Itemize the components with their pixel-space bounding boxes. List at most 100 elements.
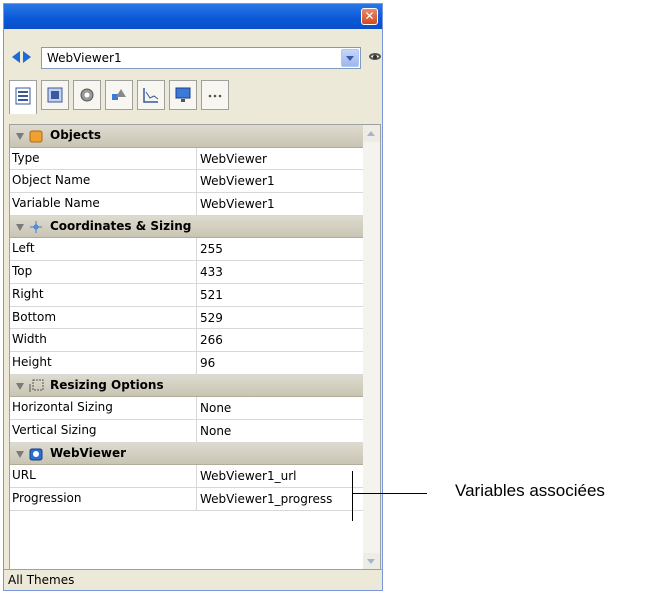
title-bar[interactable]: ✕ <box>4 4 382 29</box>
resizing-icon <box>28 379 44 393</box>
property-value[interactable]: 433 <box>200 265 223 279</box>
tab-display[interactable] <box>41 80 69 110</box>
scroll-down-icon[interactable] <box>363 553 380 570</box>
column-divider <box>196 147 197 170</box>
property-name: Object Name <box>12 173 91 188</box>
property-row[interactable]: URL WebViewer1_url <box>10 465 380 488</box>
tab-list-properties[interactable] <box>9 80 37 114</box>
section-header[interactable]: WebViewer <box>10 442 380 466</box>
close-button[interactable]: ✕ <box>361 8 378 25</box>
annotation-leader-line <box>352 493 427 494</box>
prev-next-arrows-icon[interactable] <box>11 49 35 65</box>
property-row[interactable]: Bottom 529 <box>10 306 380 330</box>
tab-more[interactable] <box>201 80 229 110</box>
next-arrow-icon[interactable] <box>23 51 31 63</box>
theme-label[interactable]: All Themes <box>8 573 74 587</box>
property-value[interactable]: WebViewer <box>200 152 267 166</box>
property-value[interactable]: 255 <box>200 242 223 256</box>
vertical-scrollbar[interactable] <box>363 125 380 570</box>
property-name: Progression <box>12 491 82 505</box>
property-row[interactable]: Right 521 <box>10 283 380 307</box>
property-row[interactable]: Variable Name WebViewer1 <box>10 193 380 216</box>
property-name: Right <box>12 286 44 301</box>
section-header[interactable]: Coordinates & Sizing <box>10 215 380 239</box>
property-name: Bottom <box>12 309 57 324</box>
collapse-triangle-icon[interactable] <box>16 223 24 231</box>
property-value[interactable]: 266 <box>200 333 223 347</box>
column-divider <box>196 351 197 374</box>
property-name: Left <box>12 241 35 256</box>
property-name: URL <box>12 468 36 483</box>
display-icon <box>47 87 63 103</box>
tab-monitor[interactable] <box>169 80 197 110</box>
property-value[interactable]: 521 <box>200 288 223 302</box>
property-value[interactable]: WebViewer1_url <box>200 469 296 483</box>
column-divider <box>196 238 197 261</box>
monitor-icon <box>175 87 191 102</box>
section-title: Coordinates & Sizing <box>50 218 192 233</box>
gear-icon <box>80 88 94 102</box>
property-value[interactable]: WebViewer1_progress <box>200 492 332 506</box>
column-divider <box>196 488 197 510</box>
object-select[interactable]: WebViewer1 <box>41 47 361 69</box>
collapse-triangle-icon[interactable] <box>16 133 24 140</box>
property-row[interactable]: Height 96 <box>10 351 380 375</box>
property-row[interactable]: Left 255 <box>10 238 380 262</box>
property-name: Horizontal Sizing <box>12 400 113 415</box>
tab-settings[interactable] <box>73 80 101 110</box>
column-divider <box>196 329 197 351</box>
property-grid: Objects Type WebViewer Object Name WebViewer… <box>9 124 381 571</box>
tab-chart[interactable] <box>137 80 165 110</box>
property-name: Vertical Sizing <box>12 422 97 437</box>
list-properties-icon <box>15 87 31 105</box>
property-value[interactable]: WebViewer1 <box>200 174 275 188</box>
annotation-bracket <box>352 471 353 521</box>
chevron-down-icon[interactable] <box>341 49 359 67</box>
coordinates-icon <box>28 220 44 234</box>
property-row[interactable]: Top 433 <box>10 261 380 284</box>
property-row[interactable]: Object Name WebViewer1 <box>10 170 380 194</box>
column-divider <box>196 397 197 419</box>
property-row[interactable]: Progression WebViewer1_progress <box>10 488 380 511</box>
scroll-up-icon[interactable] <box>363 125 380 142</box>
shapes-icon <box>112 89 126 100</box>
property-row[interactable]: Width 266 <box>10 329 380 352</box>
column-divider <box>196 261 197 283</box>
object-selector-row: WebViewer1 <box>4 37 382 77</box>
eye-icon[interactable] <box>369 51 383 63</box>
section-title: Objects <box>50 128 102 142</box>
property-value[interactable]: 529 <box>200 311 223 325</box>
tab-shapes[interactable] <box>105 80 133 110</box>
property-row[interactable]: Horizontal Sizing None <box>10 397 380 420</box>
property-grid-body: Objects Type WebViewer Object Name WebViewer… <box>10 125 380 511</box>
property-value[interactable]: 96 <box>200 356 215 370</box>
property-name: Height <box>12 354 52 369</box>
prev-arrow-icon[interactable] <box>12 51 20 63</box>
property-name: Type <box>12 150 40 165</box>
property-value[interactable]: None <box>200 401 231 415</box>
property-value[interactable]: None <box>200 424 231 438</box>
collapse-triangle-icon[interactable] <box>16 382 24 390</box>
annotation-label: Variables associées <box>455 481 605 500</box>
section-header[interactable]: Objects <box>10 125 380 148</box>
column-divider <box>196 193 197 215</box>
property-list-window: ✕ WebViewer1 Objects Type WebViewer Obje… <box>3 3 383 591</box>
status-bar: All Themes <box>4 569 382 590</box>
property-name: Width <box>12 332 47 347</box>
object-select-value: WebViewer1 <box>47 51 122 65</box>
property-name: Variable Name <box>12 196 100 211</box>
column-divider <box>196 465 197 487</box>
section-header[interactable]: Resizing Options <box>10 374 380 398</box>
column-divider <box>196 170 197 193</box>
chart-icon <box>143 88 159 103</box>
column-divider <box>196 306 197 329</box>
section-title: Resizing Options <box>50 377 164 392</box>
section-title: WebViewer <box>50 445 127 460</box>
webviewer-icon <box>28 447 44 461</box>
more-icon <box>208 94 222 98</box>
collapse-triangle-icon[interactable] <box>16 450 24 458</box>
objects-icon <box>28 129 44 143</box>
property-value[interactable]: WebViewer1 <box>200 197 275 211</box>
property-row[interactable]: Vertical Sizing None <box>10 419 380 443</box>
property-row[interactable]: Type WebViewer <box>10 147 380 171</box>
